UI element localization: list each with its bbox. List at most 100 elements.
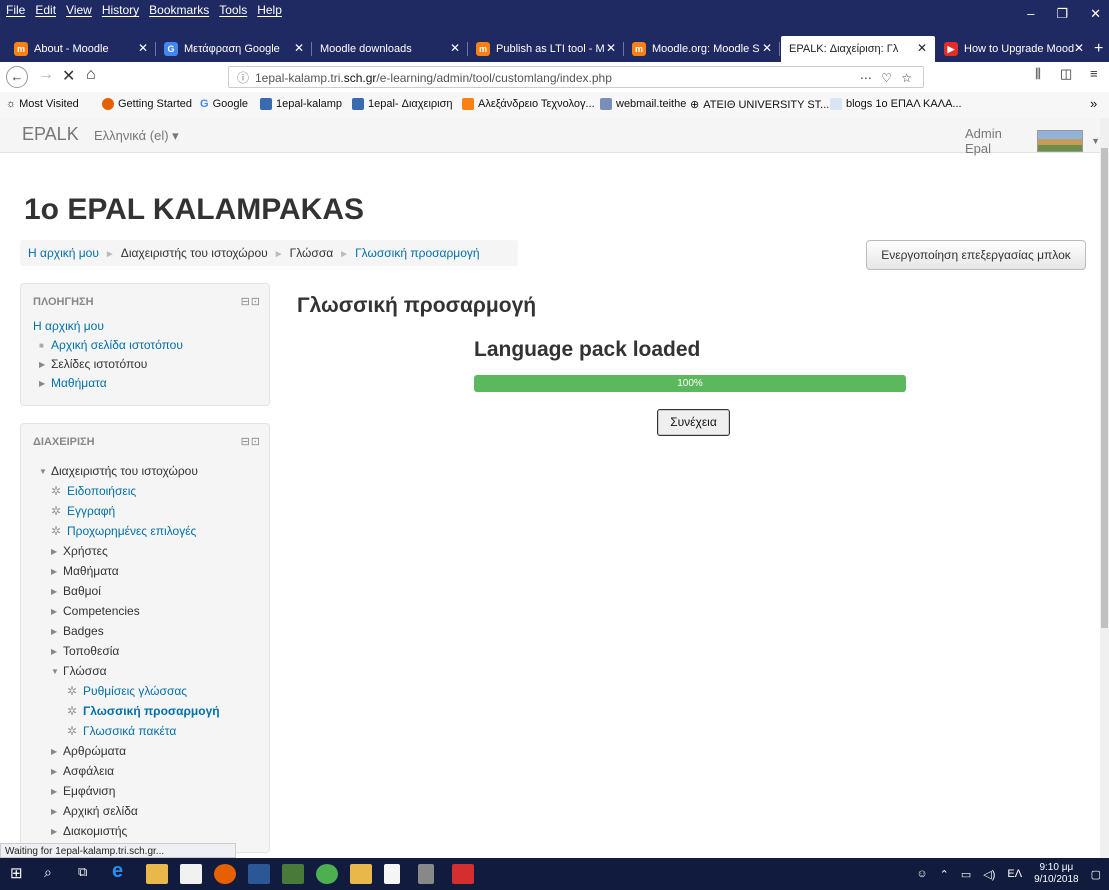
close-tab-icon[interactable]: ✕ — [606, 41, 616, 55]
menu-file[interactable]: File — [6, 3, 25, 17]
document-icon[interactable] — [384, 864, 400, 884]
tab-about-moodle[interactable]: m About - Moodle ✕ — [6, 36, 156, 62]
language-menu[interactable]: Ελληνικά (el) ▾ — [94, 128, 179, 144]
back-icon[interactable]: ← — [6, 66, 28, 88]
site-brand[interactable]: EPALK — [22, 124, 79, 145]
breadcrumb-admin[interactable]: Διαχειριστής του ιστοχώρου — [121, 246, 268, 260]
admin-courses[interactable]: ▶ Μαθήματα — [51, 564, 119, 578]
chevron-up-icon[interactable]: ⌃ — [940, 868, 949, 881]
network-icon[interactable]: ▭ — [961, 868, 971, 881]
store-icon[interactable] — [180, 864, 202, 884]
volume-icon[interactable]: ◁) — [983, 868, 995, 881]
nav-site-pages[interactable]: ▶ Σελίδες ιστοτόπου — [39, 357, 147, 371]
admin-registration[interactable]: ✲ Εγγραφή — [51, 504, 115, 518]
admin-language-customisation[interactable]: ✲ Γλωσσική προσαρμογή — [67, 704, 220, 718]
minimize-icon[interactable]: – — [1027, 6, 1034, 22]
restore-icon[interactable]: ❐ — [1056, 6, 1068, 22]
turn-editing-on-button[interactable]: Ενεργοποίηση επεξεργασίας μπλοκ — [866, 240, 1086, 270]
app-icon[interactable] — [350, 864, 372, 884]
tab-how-to-upgrade[interactable]: ▶ How to Upgrade Mood ✕ — [936, 36, 1092, 62]
user-menu[interactable]: Admin Epal ▼ — [965, 126, 1100, 156]
close-window-icon[interactable]: ✕ — [1090, 6, 1101, 22]
bookmark-alexandreio[interactable]: Αλεξάνδρειο Τεχνολογ... — [462, 98, 595, 110]
admin-advanced[interactable]: ✲ Προχωρημένες επιλογές — [51, 524, 196, 538]
stop-icon[interactable]: ✕ — [62, 66, 75, 86]
admin-users[interactable]: ▶ Χρήστες — [51, 544, 108, 558]
tab-epalk-active[interactable]: EPALK: Διαχείριση: Γλ ✕ — [781, 36, 935, 62]
menu-history[interactable]: History — [102, 3, 139, 17]
menu-edit[interactable]: Edit — [35, 3, 56, 17]
breadcrumb-language[interactable]: Γλώσσα — [290, 246, 334, 260]
bookmark-getting-started[interactable]: Getting Started — [102, 98, 192, 110]
admin-competencies[interactable]: ▶ Competencies — [51, 604, 140, 618]
tab-moodle-org[interactable]: m Moodle.org: Moodle S ✕ — [624, 36, 780, 62]
admin-language-settings[interactable]: ✲ Ρυθμίσεις γλώσσας — [67, 684, 187, 698]
people-icon[interactable]: ☺ — [916, 868, 927, 880]
admin-language[interactable]: ▼ Γλώσσα — [51, 664, 107, 678]
admin-appearance[interactable]: ▶ Εμφάνιση — [51, 784, 115, 798]
close-tab-icon[interactable]: ✕ — [1074, 41, 1084, 55]
edge-icon[interactable]: e — [112, 860, 134, 882]
more-bookmarks-icon[interactable]: » — [1090, 96, 1097, 111]
address-bar[interactable]: ⓘ 1epal-kalamp.tri.sch.gr/e-learning/adm… — [228, 66, 924, 88]
bookmark-ateith[interactable]: ⊕ ATEIΘ UNIVERSITY ST... — [690, 98, 829, 112]
admin-notifications[interactable]: ✲ Ειδοποιήσεις — [51, 484, 136, 498]
app-icon[interactable] — [418, 864, 434, 884]
input-language[interactable]: ΕΛ — [1007, 868, 1022, 880]
close-tab-icon[interactable]: ✕ — [917, 41, 927, 55]
nav-courses[interactable]: ▶ Μαθήματα — [39, 376, 107, 390]
block-controls-icon[interactable]: ⊟⊡ — [241, 295, 261, 308]
breadcrumb-home[interactable]: Η αρχική μου — [28, 246, 99, 260]
library-icon[interactable]: ⫼ — [1035, 66, 1041, 82]
admin-language-packs[interactable]: ✲ Γλωσσικά πακέτα — [67, 724, 176, 738]
admin-badges[interactable]: ▶ Badges — [51, 624, 104, 638]
bookmark-1epal-admin[interactable]: 1epal- Διαχειριση — [352, 98, 453, 110]
word-icon[interactable] — [248, 864, 270, 884]
continue-button[interactable]: Συνέχεια — [657, 409, 730, 436]
bookmark-webmail[interactable]: webmail.teithe — [600, 98, 686, 110]
sidebar-icon[interactable]: ◫ — [1060, 66, 1072, 82]
page-actions-icon[interactable]: ⋯ ♡ ☆ — [860, 67, 915, 89]
block-controls-icon[interactable]: ⊟⊡ — [241, 435, 261, 448]
pdf-icon[interactable] — [452, 864, 474, 884]
menu-icon[interactable]: ≡ — [1090, 66, 1098, 81]
close-tab-icon[interactable]: ✕ — [762, 41, 772, 55]
admin-frontpage[interactable]: ▶ Αρχική σελίδα — [51, 804, 138, 818]
search-icon[interactable]: ⌕ — [44, 864, 66, 884]
menu-tools[interactable]: Tools — [219, 3, 247, 17]
scrollbar-thumb[interactable] — [1101, 148, 1108, 628]
bookmark-1epal-kalamp[interactable]: 1epal-kalamp — [260, 98, 342, 110]
nav-home[interactable]: Η αρχική μου — [33, 319, 104, 333]
task-view-icon[interactable]: ⧉ — [78, 864, 100, 884]
close-tab-icon[interactable]: ✕ — [294, 41, 304, 55]
windows-start-icon[interactable]: ⊞ — [10, 864, 32, 884]
close-tab-icon[interactable]: ✕ — [138, 41, 148, 55]
admin-grades[interactable]: ▶ Βαθμοί — [51, 584, 101, 598]
nav-site-home[interactable]: ■ Αρχική σελίδα ιστοτόπου — [39, 338, 183, 352]
breadcrumb-current[interactable]: Γλωσσική προσαρμογή — [355, 246, 480, 260]
bookmark-google[interactable]: G Google — [200, 98, 248, 110]
page-scrollbar[interactable] — [1100, 118, 1109, 858]
new-tab-icon[interactable]: + — [1092, 36, 1109, 62]
menu-view[interactable]: View — [66, 3, 92, 17]
file-explorer-icon[interactable] — [146, 864, 168, 884]
firefox-icon[interactable] — [214, 864, 236, 884]
paint-icon[interactable] — [282, 864, 304, 884]
chrome-icon[interactable] — [316, 864, 338, 884]
clock[interactable]: 9:10 μμ 9/10/2018 — [1034, 862, 1079, 886]
admin-site-admin[interactable]: ▼ Διαχειριστής του ιστοχώρου — [39, 464, 198, 478]
menu-help[interactable]: Help — [257, 3, 282, 17]
admin-location[interactable]: ▶ Τοποθεσία — [51, 644, 119, 658]
info-icon[interactable]: ⓘ — [237, 67, 249, 89]
forward-icon[interactable]: → — [38, 66, 54, 84]
menu-bookmarks[interactable]: Bookmarks — [149, 3, 209, 17]
close-tab-icon[interactable]: ✕ — [450, 41, 460, 55]
notifications-icon[interactable]: ▢ — [1091, 868, 1101, 881]
tab-google-translate[interactable]: G Μετάφραση Google ✕ — [156, 36, 312, 62]
bookmark-most-visited[interactable]: ☼ Most Visited — [6, 98, 79, 110]
tab-moodle-downloads[interactable]: Moodle downloads ✕ — [312, 36, 468, 62]
home-icon[interactable]: ⌂ — [86, 66, 96, 84]
admin-security[interactable]: ▶ Ασφάλεια — [51, 764, 114, 778]
admin-plugins[interactable]: ▶ Αρθρώματα — [51, 744, 126, 758]
admin-server[interactable]: ▶ Διακομιστής — [51, 824, 127, 838]
